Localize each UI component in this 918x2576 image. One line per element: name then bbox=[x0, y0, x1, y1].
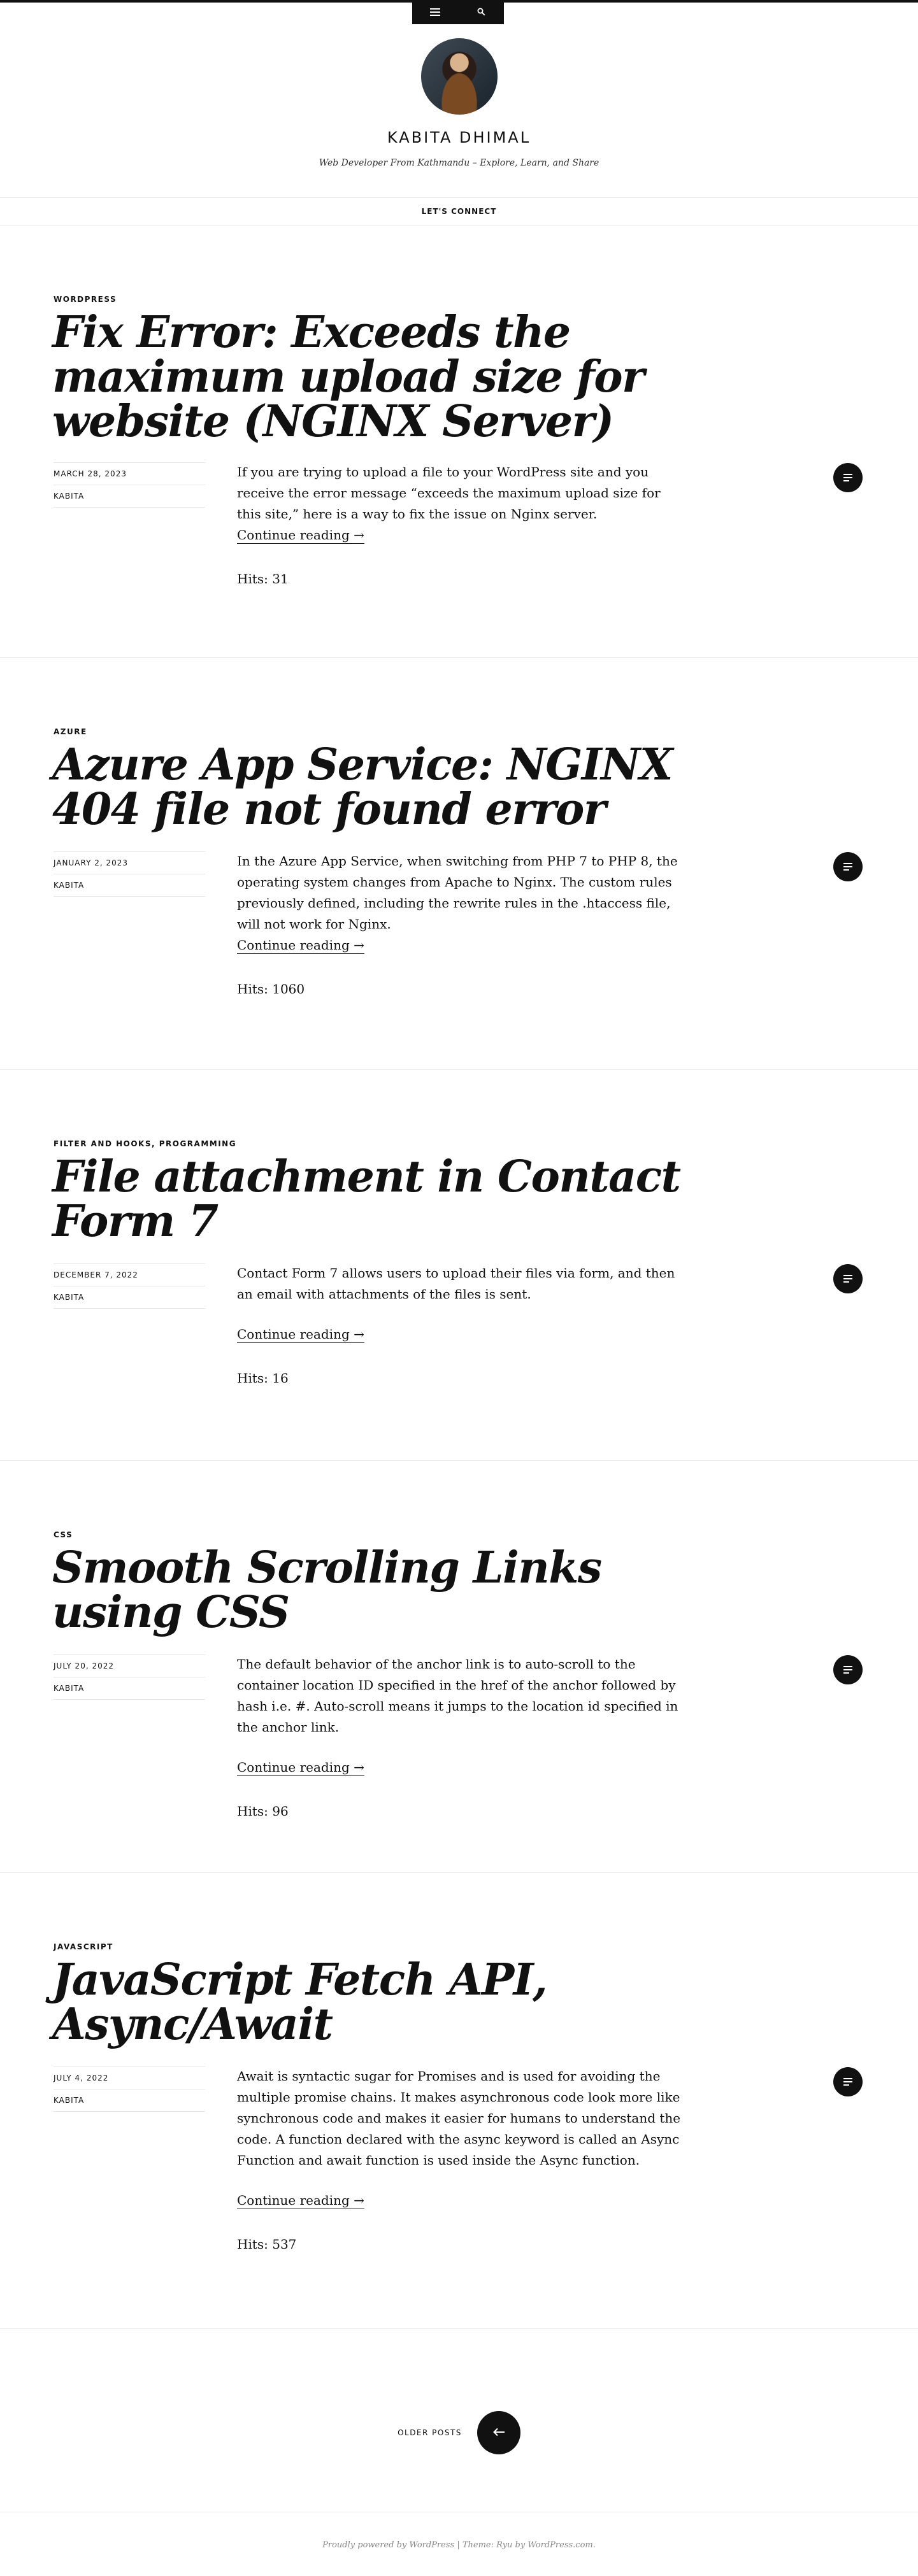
header-toggles bbox=[412, 0, 504, 24]
menu-toggle[interactable] bbox=[412, 0, 458, 24]
post-date[interactable]: JULY 20, 2022 bbox=[54, 1654, 205, 1677]
document-icon bbox=[843, 1664, 852, 1676]
continue-reading-link[interactable]: Continue reading → bbox=[237, 527, 364, 544]
post-format-standard-button[interactable] bbox=[833, 2067, 863, 2096]
post-category[interactable]: CSS bbox=[54, 1530, 73, 1539]
post-title[interactable]: Smooth Scrolling Links using CSS bbox=[52, 1546, 689, 1635]
post-author[interactable]: KABITA bbox=[54, 2089, 205, 2112]
continue-reading-link[interactable]: Continue reading → bbox=[237, 937, 364, 954]
post-content: Await is syntactic sugar for Promises an… bbox=[237, 2066, 683, 2255]
post-format-standard-button[interactable] bbox=[833, 1264, 863, 1293]
post-hits: Hits: 16 bbox=[237, 1370, 289, 1386]
post: FILTER AND HOOKS, PROGRAMMING File attac… bbox=[0, 1069, 918, 1461]
post-meta: JANUARY 2, 2023 KABITA bbox=[54, 851, 205, 897]
site-title[interactable]: KABITA DHIMAL bbox=[0, 129, 918, 146]
site-description: Web Developer From Kathmandu – Explore, … bbox=[319, 158, 599, 168]
post-category[interactable]: WORDPRESS bbox=[54, 295, 117, 304]
main-nav: LET'S CONNECT bbox=[0, 197, 918, 225]
post-excerpt: Contact Form 7 allows users to upload th… bbox=[237, 1265, 675, 1302]
post-date[interactable]: DECEMBER 7, 2022 bbox=[54, 1263, 205, 1286]
post-category[interactable]: FILTER AND HOOKS, PROGRAMMING bbox=[54, 1139, 236, 1148]
site-footer: Proudly powered by WordPress | Theme: Ry… bbox=[0, 2512, 918, 2576]
post-meta: JULY 4, 2022 KABITA bbox=[54, 2067, 205, 2112]
post-date[interactable]: JANUARY 2, 2023 bbox=[54, 851, 205, 874]
post-excerpt: Await is syntactic sugar for Promises an… bbox=[237, 2068, 681, 2168]
document-icon bbox=[843, 472, 852, 484]
footer-credits[interactable]: Proudly powered by WordPress | Theme: Ry… bbox=[0, 2540, 918, 2550]
post: AZURE Azure App Service: NGINX 404 file … bbox=[0, 657, 918, 1070]
post-title[interactable]: File attachment in Contact Form 7 bbox=[52, 1155, 689, 1244]
continue-reading-link[interactable]: Continue reading → bbox=[237, 1759, 364, 1776]
post-date[interactable]: MARCH 28, 2023 bbox=[54, 462, 205, 485]
posts-pagination: OLDER POSTS bbox=[0, 2369, 918, 2496]
post-author[interactable]: KABITA bbox=[54, 1677, 205, 1700]
nav-link-lets-connect[interactable]: LET'S CONNECT bbox=[422, 207, 497, 216]
post-excerpt: The default behavior of the anchor link … bbox=[237, 1656, 678, 1735]
post: WORDPRESS Fix Error: Exceeds the maximum… bbox=[0, 225, 918, 658]
post-content: Contact Form 7 allows users to upload th… bbox=[237, 1263, 683, 1389]
post-title[interactable]: Fix Error: Exceeds the maximum upload si… bbox=[52, 310, 689, 444]
post: CSS Smooth Scrolling Links using CSS JUL… bbox=[0, 1460, 918, 1873]
post-content: The default behavior of the anchor link … bbox=[237, 1654, 683, 1822]
older-posts-label[interactable]: OLDER POSTS bbox=[398, 2428, 462, 2437]
post-category[interactable]: JAVASCRIPT bbox=[54, 1942, 113, 1951]
older-posts-button[interactable] bbox=[477, 2411, 520, 2454]
document-icon bbox=[843, 861, 852, 873]
avatar[interactable] bbox=[420, 38, 498, 115]
post-hits: Hits: 537 bbox=[237, 2237, 297, 2252]
search-icon bbox=[477, 6, 485, 18]
document-icon bbox=[843, 1273, 852, 1285]
document-icon bbox=[843, 2076, 852, 2088]
post-excerpt: If you are trying to upload a file to yo… bbox=[237, 464, 661, 522]
post-meta: DECEMBER 7, 2022 KABITA bbox=[54, 1263, 205, 1309]
menu-icon bbox=[430, 6, 440, 18]
search-toggle[interactable] bbox=[458, 0, 504, 24]
post-hits: Hits: 96 bbox=[237, 1804, 289, 1819]
post-meta: MARCH 28, 2023 KABITA bbox=[54, 462, 205, 508]
post-format-standard-button[interactable] bbox=[833, 852, 863, 881]
post-category[interactable]: AZURE bbox=[54, 727, 87, 736]
post-title[interactable]: JavaScript Fetch API, Async/Await bbox=[52, 1958, 689, 2047]
post-hits: Hits: 1060 bbox=[237, 981, 305, 997]
post-meta: JULY 20, 2022 KABITA bbox=[54, 1654, 205, 1700]
post-hits: Hits: 31 bbox=[237, 571, 289, 587]
post-author[interactable]: KABITA bbox=[54, 485, 205, 508]
continue-reading-link[interactable]: Continue reading → bbox=[237, 1326, 364, 1343]
post-title[interactable]: Azure App Service: NGINX 404 file not fo… bbox=[52, 743, 689, 832]
post-author[interactable]: KABITA bbox=[54, 1286, 205, 1309]
post-content: If you are trying to upload a file to yo… bbox=[237, 462, 683, 590]
post: JAVASCRIPT JavaScript Fetch API, Async/A… bbox=[0, 1872, 918, 2329]
post-format-standard-button[interactable] bbox=[833, 463, 863, 492]
post-content: In the Azure App Service, when switching… bbox=[237, 851, 683, 1000]
post-excerpt: In the Azure App Service, when switching… bbox=[237, 853, 678, 932]
arrow-left-icon bbox=[492, 2427, 505, 2439]
site-header: KABITA DHIMAL Web Developer From Kathman… bbox=[0, 38, 918, 168]
post-format-standard-button[interactable] bbox=[833, 1655, 863, 1684]
post-author[interactable]: KABITA bbox=[54, 874, 205, 897]
continue-reading-link[interactable]: Continue reading → bbox=[237, 2192, 364, 2209]
post-date[interactable]: JULY 4, 2022 bbox=[54, 2067, 205, 2089]
